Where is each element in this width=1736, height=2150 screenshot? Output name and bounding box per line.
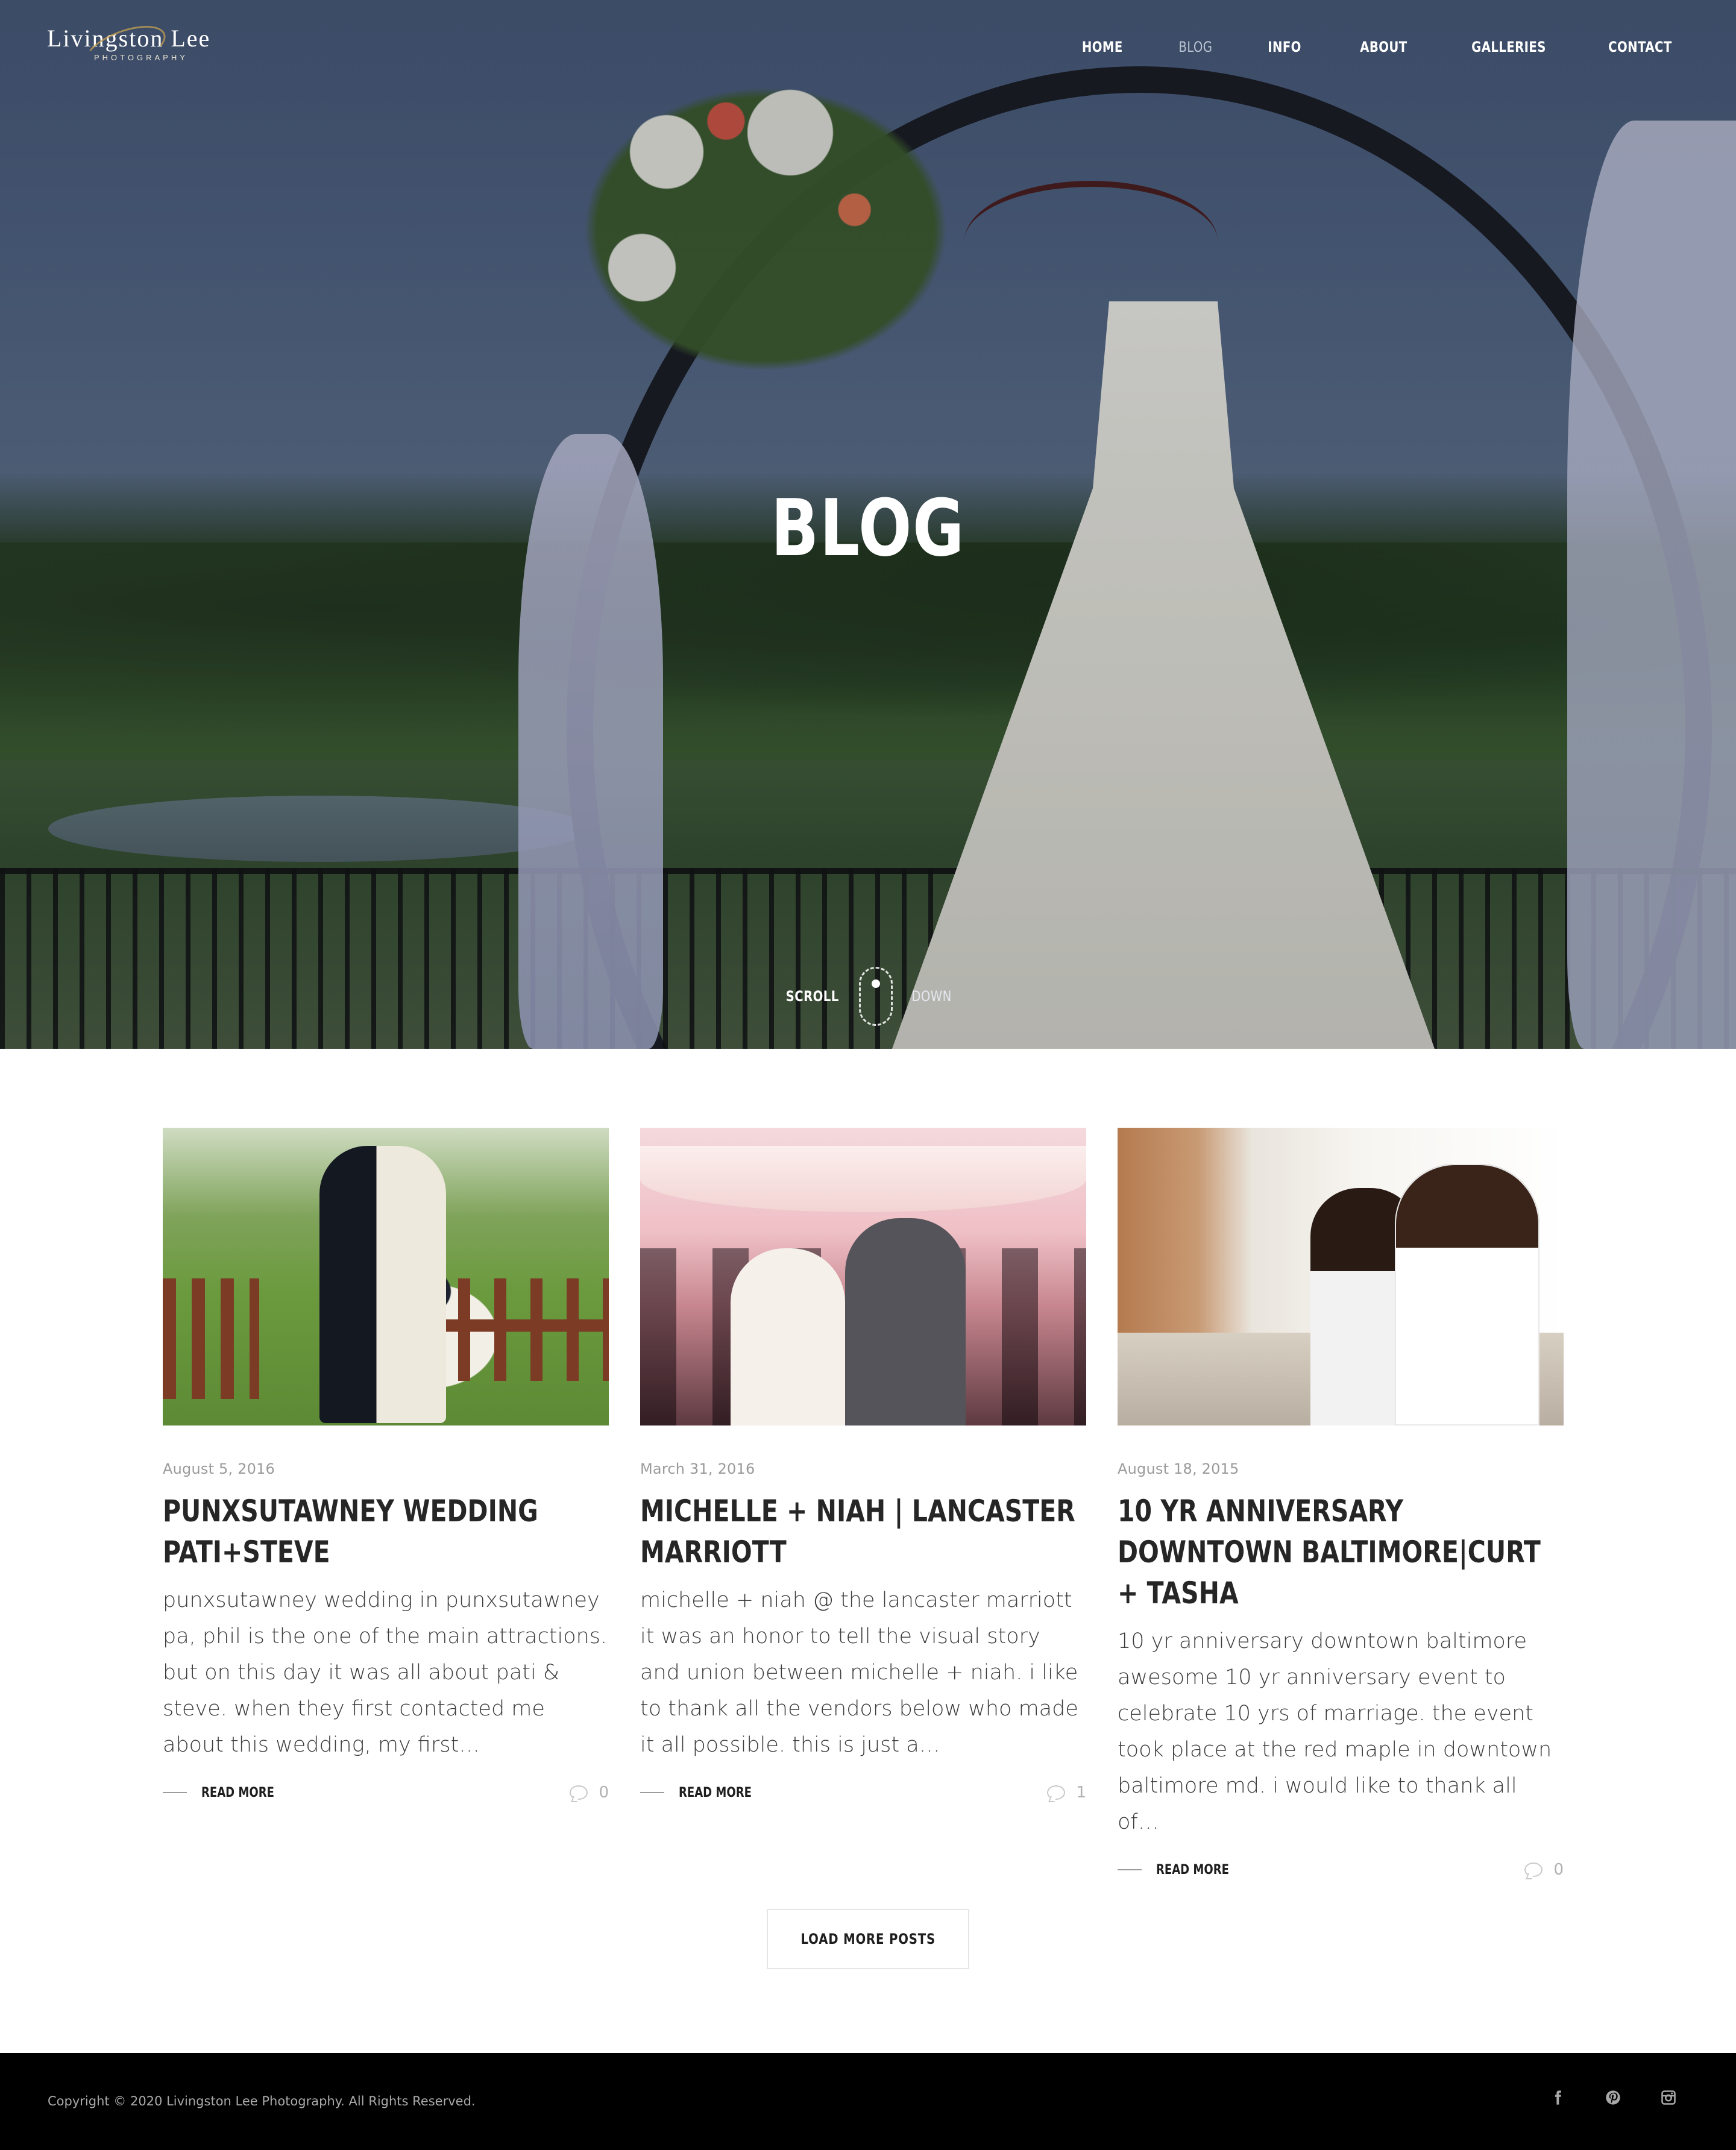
copyright-text: Copyright © 2020 Livingston Lee Photogra… bbox=[48, 2094, 476, 2108]
post-footer: READ MORE 0 bbox=[163, 1784, 609, 1802]
read-more-link[interactable]: READ MORE bbox=[163, 1785, 290, 1800]
image-fence-left bbox=[163, 1278, 259, 1399]
instagram-link[interactable] bbox=[1659, 2088, 1678, 2107]
hero-banner: Livingston Lee PHOTOGRAPHY HOME BLOG INF… bbox=[0, 0, 1736, 1049]
blog-post-card: March 31, 2016 MICHELLE + NIAH | LANCAST… bbox=[640, 1128, 1086, 1802]
read-more-link[interactable]: READ MORE bbox=[1118, 1862, 1245, 1878]
post-title[interactable]: MICHELLE + NIAH | LANCASTER MARRIOTT bbox=[640, 1491, 1086, 1573]
post-image[interactable] bbox=[1118, 1128, 1564, 1425]
read-more-label: READ MORE bbox=[201, 1785, 274, 1800]
dash-icon bbox=[1118, 1869, 1142, 1870]
page-title: BLOG bbox=[770, 482, 965, 574]
mouse-scroll-icon[interactable] bbox=[859, 967, 893, 1026]
comment-count[interactable]: 0 bbox=[570, 1784, 609, 1802]
dash-icon bbox=[163, 1792, 187, 1793]
image-fence-right bbox=[422, 1278, 609, 1381]
comment-count[interactable]: 1 bbox=[1047, 1784, 1086, 1802]
nav-item-home[interactable]: HOME bbox=[1082, 39, 1123, 55]
comment-count-value: 0 bbox=[599, 1784, 609, 1802]
load-more-posts-button[interactable]: LOAD MORE POSTS bbox=[767, 1909, 969, 1969]
blog-post-card: August 5, 2016 PUNXSUTAWNEY WEDDING PATI… bbox=[163, 1128, 609, 1802]
post-date: August 5, 2016 bbox=[163, 1460, 275, 1477]
image-drape bbox=[640, 1146, 1086, 1212]
image-groom bbox=[845, 1218, 966, 1425]
comment-count-value: 1 bbox=[1076, 1784, 1086, 1802]
nav-item-blog[interactable]: BLOG bbox=[1178, 39, 1212, 55]
post-title[interactable]: 10 YR ANNIVERSARY DOWNTOWN BALTIMORE|CUR… bbox=[1118, 1491, 1564, 1614]
post-footer: READ MORE 0 bbox=[1118, 1861, 1564, 1879]
facebook-icon bbox=[1555, 2090, 1561, 2105]
post-footer: READ MORE 1 bbox=[640, 1784, 1086, 1802]
nav-item-about[interactable]: ABOUT bbox=[1360, 39, 1407, 55]
main-nav: HOME BLOG INFO ABOUT GALLERIES CONTACT bbox=[1025, 39, 1672, 55]
pinterest-link[interactable] bbox=[1603, 2088, 1623, 2107]
post-image[interactable] bbox=[640, 1128, 1086, 1425]
image-man bbox=[1395, 1164, 1539, 1425]
scroll-down-indicator[interactable]: SCROLL DOWN bbox=[0, 967, 1736, 1026]
comment-bubble-icon bbox=[1047, 1785, 1066, 1800]
site-footer: Copyright © 2020 Livingston Lee Photogra… bbox=[0, 2053, 1736, 2150]
post-title[interactable]: PUNXSUTAWNEY WEDDING PATI+STEVE bbox=[163, 1491, 609, 1573]
blog-post-grid: August 5, 2016 PUNXSUTAWNEY WEDDING PATI… bbox=[163, 1128, 1564, 1879]
nav-item-info[interactable]: INFO bbox=[1268, 39, 1301, 55]
pinterest-icon bbox=[1606, 2090, 1620, 2105]
read-more-label: READ MORE bbox=[679, 1785, 752, 1800]
post-excerpt: 10 yr anniversary downtown baltimore awe… bbox=[1118, 1629, 1552, 1834]
comment-count-value: 0 bbox=[1553, 1861, 1564, 1879]
nav-item-galleries[interactable]: GALLERIES bbox=[1472, 39, 1547, 55]
social-links bbox=[1548, 2088, 1678, 2107]
nav-item-contact[interactable]: CONTACT bbox=[1608, 39, 1672, 55]
site-logo[interactable]: Livingston Lee PHOTOGRAPHY bbox=[47, 16, 210, 80]
post-excerpt: michelle + niah @ the lancaster marriott… bbox=[640, 1588, 1078, 1757]
mouse-wheel-dot bbox=[872, 979, 881, 988]
down-label: DOWN bbox=[911, 988, 952, 1005]
post-excerpt: punxsutawney wedding in punxsutawney pa,… bbox=[163, 1588, 608, 1757]
instagram-icon bbox=[1661, 2090, 1676, 2105]
site-header: Livingston Lee PHOTOGRAPHY HOME BLOG INF… bbox=[0, 0, 1736, 96]
read-more-link[interactable]: READ MORE bbox=[640, 1785, 767, 1800]
comment-count[interactable]: 0 bbox=[1524, 1861, 1564, 1879]
load-more-label: LOAD MORE POSTS bbox=[800, 1931, 936, 1947]
comment-bubble-icon bbox=[1524, 1862, 1543, 1877]
post-date: March 31, 2016 bbox=[640, 1460, 755, 1477]
comment-bubble-icon bbox=[570, 1785, 588, 1800]
post-date: August 18, 2015 bbox=[1118, 1460, 1239, 1477]
read-more-label: READ MORE bbox=[1156, 1862, 1229, 1878]
blog-post-card: August 18, 2015 10 YR ANNIVERSARY DOWNTO… bbox=[1118, 1128, 1564, 1879]
dash-icon bbox=[640, 1792, 664, 1793]
facebook-link[interactable] bbox=[1548, 2088, 1567, 2107]
scroll-label: SCROLL bbox=[785, 988, 839, 1005]
page: Livingston Lee PHOTOGRAPHY HOME BLOG INF… bbox=[0, 0, 1736, 2150]
image-bride bbox=[731, 1248, 845, 1425]
image-couple bbox=[319, 1146, 446, 1423]
post-image[interactable] bbox=[163, 1128, 609, 1425]
